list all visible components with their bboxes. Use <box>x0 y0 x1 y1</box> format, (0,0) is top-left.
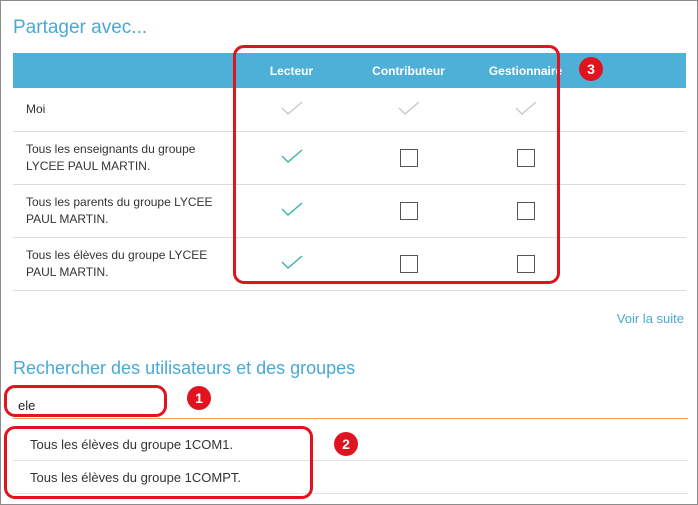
search-title: Rechercher des utilisateurs et des group… <box>13 358 356 378</box>
annotation-box-search-input <box>4 385 167 417</box>
voir-la-suite-link[interactable]: Voir la suite <box>617 311 684 326</box>
share-target-name: Tous les élèves du groupe LYCEE PAUL MAR… <box>13 237 233 291</box>
share-target-name: Moi <box>13 88 233 132</box>
share-target-name: Tous les enseignants du groupe LYCEE PAU… <box>13 131 233 185</box>
annotation-badge-1: 1 <box>187 386 211 410</box>
annotation-box-rights-columns <box>233 45 560 284</box>
header-name-column <box>13 53 233 88</box>
share-title: Partager avec... <box>13 17 148 38</box>
share-target-name: Tous les parents du groupe LYCEE PAUL MA… <box>13 184 233 238</box>
annotation-badge-2: 2 <box>334 432 358 456</box>
annotation-box-search-results <box>4 426 313 499</box>
annotation-badge-3: 3 <box>579 57 603 81</box>
